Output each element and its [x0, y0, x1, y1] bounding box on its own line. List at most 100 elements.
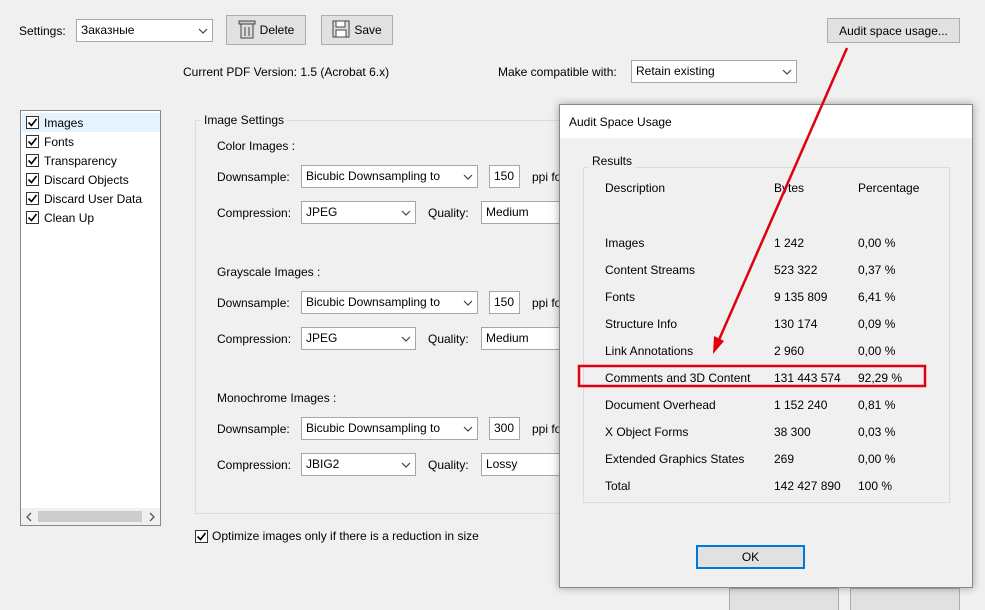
- checkbox[interactable]: [195, 529, 208, 543]
- downsample-label: Downsample:: [217, 170, 290, 184]
- category-label: Images: [44, 115, 84, 130]
- mono-downsample-dropdown[interactable]: Bicubic Downsampling to: [301, 417, 478, 440]
- compat-value: Retain existing: [636, 64, 715, 78]
- checkbox[interactable]: [26, 135, 39, 148]
- quality-label: Quality:: [428, 206, 469, 220]
- color-images-title: Color Images :: [217, 139, 296, 153]
- audit-space-usage-button[interactable]: Audit space usage...: [827, 18, 960, 43]
- row-percentage: 0,00 %: [858, 236, 896, 250]
- downsample-label: Downsample:: [217, 422, 290, 436]
- row-bytes: 142 427 890: [774, 479, 841, 493]
- row-percentage: 92,29 %: [858, 371, 903, 385]
- quality-label: Quality:: [428, 458, 469, 472]
- row-description: Extended Graphics States: [605, 452, 745, 466]
- checkbox[interactable]: [26, 116, 39, 129]
- color-quality-value: Medium: [486, 205, 529, 219]
- grayscale-downsample-value: Bicubic Downsampling to: [306, 295, 441, 309]
- checkbox[interactable]: [26, 173, 39, 186]
- checkbox[interactable]: [26, 192, 39, 205]
- audit-space-usage-dialog: Audit Space Usage Results Description By…: [559, 104, 973, 588]
- color-downsample-dropdown[interactable]: Bicubic Downsampling to: [301, 165, 478, 188]
- scrollbar-thumb[interactable]: [38, 511, 142, 522]
- checkbox[interactable]: [26, 211, 39, 224]
- monochrome-images-title: Monochrome Images :: [217, 391, 337, 405]
- category-item-transparency[interactable]: Transparency: [22, 151, 160, 170]
- optimize-images-option[interactable]: Optimize images only if there is a reduc…: [195, 529, 479, 543]
- trash-icon: [238, 19, 256, 42]
- checkbox[interactable]: [26, 154, 39, 167]
- downsample-label: Downsample:: [217, 296, 290, 310]
- quality-label: Quality:: [428, 332, 469, 346]
- grayscale-quality-dropdown[interactable]: Medium: [481, 327, 561, 350]
- category-list[interactable]: Images Fonts Transparency Discard Object…: [20, 110, 161, 526]
- hidden-button[interactable]: [850, 588, 960, 610]
- settings-value: Заказные: [81, 23, 135, 37]
- row-percentage: 0,00 %: [858, 344, 896, 358]
- row-description: Total: [605, 479, 631, 493]
- column-header-percentage: Percentage: [858, 181, 920, 195]
- row-description: Comments and 3D Content: [605, 371, 751, 385]
- grayscale-compression-value: JPEG: [306, 331, 338, 345]
- grayscale-ppi-input[interactable]: 150: [489, 291, 520, 314]
- mono-quality-dropdown[interactable]: Lossy: [481, 453, 561, 476]
- grayscale-downsample-dropdown[interactable]: Bicubic Downsampling to: [301, 291, 478, 314]
- row-description: Document Overhead: [605, 398, 716, 412]
- save-button[interactable]: Save: [321, 15, 393, 45]
- row-bytes: 2 960: [774, 344, 805, 358]
- category-label: Fonts: [44, 134, 75, 149]
- row-percentage: 6,41 %: [858, 290, 896, 304]
- mono-compression-value: JBIG2: [306, 457, 340, 471]
- settings-dropdown[interactable]: Заказные: [76, 19, 213, 42]
- row-description: Fonts: [605, 290, 636, 304]
- row-description: Link Annotations: [605, 344, 694, 358]
- row-percentage: 0,81 %: [858, 398, 896, 412]
- compression-label: Compression:: [217, 206, 292, 220]
- column-header-description: Description: [605, 181, 666, 195]
- column-header-bytes: Bytes: [774, 181, 805, 195]
- category-item-fonts[interactable]: Fonts: [22, 132, 160, 151]
- chevron-down-icon: [397, 328, 415, 349]
- results-label: Results: [589, 154, 636, 168]
- row-bytes: 1 152 240: [774, 398, 828, 412]
- row-percentage: 0,09 %: [858, 317, 896, 331]
- mono-quality-value: Lossy: [486, 457, 518, 471]
- mono-compression-dropdown[interactable]: JBIG2: [301, 453, 416, 476]
- category-item-discard-objects[interactable]: Discard Objects: [22, 170, 160, 189]
- horizontal-scrollbar[interactable]: [21, 508, 160, 525]
- chevron-down-icon: [459, 292, 477, 313]
- audit-label: Audit space usage...: [839, 23, 948, 38]
- color-ppi-input[interactable]: 150: [489, 165, 520, 188]
- grayscale-compression-dropdown[interactable]: JPEG: [301, 327, 416, 350]
- chevron-down-icon: [194, 20, 212, 41]
- chevron-left-icon[interactable]: [25, 511, 33, 525]
- row-bytes: 9 135 809: [774, 290, 828, 304]
- hidden-button[interactable]: [729, 588, 839, 610]
- row-description: Content Streams: [605, 263, 696, 277]
- compression-label: Compression:: [217, 458, 292, 472]
- mono-downsample-value: Bicubic Downsampling to: [306, 421, 441, 435]
- compat-label: Make compatible with:: [498, 65, 617, 79]
- category-item-discard-user-data[interactable]: Discard User Data: [22, 189, 160, 208]
- category-item-images[interactable]: Images: [22, 113, 160, 132]
- settings-label: Settings:: [19, 24, 66, 38]
- delete-label: Delete: [259, 23, 295, 37]
- row-bytes: 38 300: [774, 425, 811, 439]
- compat-dropdown[interactable]: Retain existing: [631, 60, 797, 83]
- pdf-version-text: Current PDF Version: 1.5 (Acrobat 6.x): [183, 65, 390, 79]
- mono-ppi-input[interactable]: 300: [489, 417, 520, 440]
- color-quality-dropdown[interactable]: Medium: [481, 201, 561, 224]
- delete-button[interactable]: Delete: [226, 15, 306, 45]
- row-bytes: 269: [774, 452, 795, 466]
- ppi-label: ppi fo: [532, 170, 562, 184]
- ppi-label: ppi fo: [532, 296, 562, 310]
- floppy-icon: [332, 20, 350, 41]
- ok-button[interactable]: OK: [696, 545, 805, 569]
- row-percentage: 0,03 %: [858, 425, 896, 439]
- grayscale-quality-value: Medium: [486, 331, 529, 345]
- chevron-right-icon[interactable]: [148, 511, 156, 525]
- image-settings-title: Image Settings: [201, 113, 288, 127]
- category-label: Discard User Data: [44, 191, 143, 206]
- category-item-clean-up[interactable]: Clean Up: [22, 208, 160, 227]
- color-compression-dropdown[interactable]: JPEG: [301, 201, 416, 224]
- row-bytes: 1 242: [774, 236, 805, 250]
